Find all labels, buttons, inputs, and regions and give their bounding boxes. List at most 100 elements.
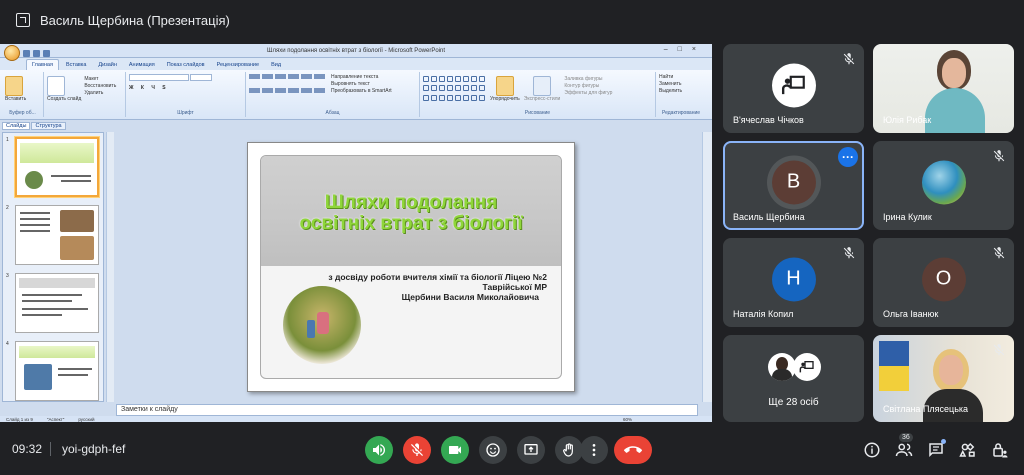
more-options-icon[interactable]: ··· <box>838 147 858 167</box>
slide-thumbnails: 1 2 3 4 <box>2 132 104 402</box>
slide-number: 2 <box>6 205 9 211</box>
powerpoint-statusbar: Слайд 1 из 9 "Аспект" русский 60% <box>0 416 712 422</box>
status-language: русский <box>78 416 95 422</box>
participant-name: Ольга Іванюк <box>883 309 939 319</box>
participant-tile[interactable]: Юлія Рибак <box>873 44 1014 133</box>
mic-off-icon <box>993 344 1005 356</box>
shape-effects-label: Эффекты для фигур <box>564 90 613 96</box>
mic-off-icon <box>993 247 1005 259</box>
speaker-icon <box>373 444 386 456</box>
ribbon-tab-slideshow: Показ слайдов <box>166 62 205 68</box>
shape-fill-label: Заливка фигуры <box>564 76 603 82</box>
shape-outline-label: Контур фигуры <box>564 83 600 89</box>
divider <box>50 442 51 456</box>
participant-name: Ірина Кулик <box>883 212 932 222</box>
mic-off-icon <box>843 53 855 65</box>
window-controls-icon: –□× <box>663 46 706 53</box>
slide-number: 3 <box>6 273 9 279</box>
participant-tile[interactable]: О Ольга Іванюк <box>873 238 1014 327</box>
raise-hand-button[interactable] <box>555 436 583 464</box>
more-options-button[interactable] <box>580 436 608 464</box>
participant-tile[interactable]: В'ячеслав Чічков <box>723 44 864 133</box>
replace-label: Заменить <box>659 81 682 87</box>
smartart-label: Преобразовать в SmartArt <box>331 88 392 94</box>
hand-icon <box>563 443 573 457</box>
slide-photo <box>283 286 361 364</box>
paragraph-icons <box>249 74 325 100</box>
people-button[interactable]: 36 <box>893 433 915 461</box>
chat-button[interactable] <box>925 439 947 461</box>
camera-icon <box>449 446 461 454</box>
font-size-field <box>190 74 213 81</box>
font-group-label: Шрифт <box>177 110 194 116</box>
presentation-icon <box>16 13 30 27</box>
paragraph-group: Направление текста Выровнять текст Преоб… <box>246 72 420 117</box>
text-direction-label: Направление текста <box>331 74 379 80</box>
ribbon-tab-insert: Вставка <box>65 62 87 68</box>
paste-label: Вставить <box>5 96 27 102</box>
drawing-group: Упорядочить Экспресс-стили Заливка фигур… <box>420 72 656 117</box>
clipboard-group-label: Буфер об... <box>9 110 36 116</box>
people-icon <box>895 443 913 457</box>
powerpoint-workspace: Слайды Структура 1 2 3 4 Шляхи подолання… <box>0 120 712 422</box>
drawing-group-label: Рисование <box>524 110 551 116</box>
hangup-icon <box>624 446 642 453</box>
shapes-gallery <box>423 76 486 103</box>
camera-toggle-button[interactable] <box>441 436 469 464</box>
participant-avatar: Н <box>771 256 816 301</box>
subtitle-line: з досвіду роботи вчителя хімії та біолог… <box>328 272 547 282</box>
participant-name: Василь Щербина <box>733 212 805 222</box>
clipboard-group: Вставить Буфер об... <box>2 72 44 117</box>
present-screen-button[interactable] <box>517 436 545 464</box>
meeting-info-button[interactable] <box>861 439 883 461</box>
emoji-icon <box>486 443 500 457</box>
participant-tile-active[interactable]: ··· В Василь Щербина <box>723 141 864 230</box>
activities-button[interactable] <box>957 439 979 461</box>
avatar-initial: В <box>786 170 801 193</box>
panel-tab-outline: Структура <box>31 122 66 130</box>
quick-styles-icon <box>533 76 552 96</box>
thumbnail-scrollbar <box>106 132 114 402</box>
ribbon-tab-animation: Анимация <box>128 62 155 68</box>
ribbon-tab-view: Вид <box>271 62 282 68</box>
host-controls-button[interactable] <box>989 439 1011 461</box>
participant-name: Світлана Плясецька <box>883 404 969 414</box>
slide-number: 1 <box>6 137 9 143</box>
leave-call-button[interactable] <box>614 436 652 464</box>
current-slide: Шляхи подолання освітніх втрат з біологі… <box>247 142 575 392</box>
avatar-initial: Н <box>786 267 801 290</box>
mic-off-icon <box>411 443 423 456</box>
participant-name: Наталія Копил <box>733 309 794 319</box>
slide-canvas: Шляхи подолання освітніх втрат з біологі… <box>116 132 698 402</box>
top-bar: Василь Щербина (Презентація) <box>0 0 1024 40</box>
mic-toggle-button[interactable] <box>403 436 431 464</box>
reactions-button[interactable] <box>479 436 507 464</box>
redo-icon <box>43 49 50 57</box>
audio-output-button[interactable] <box>365 436 393 464</box>
office-button-icon <box>4 45 20 61</box>
participant-tile[interactable]: Н Наталія Копил <box>723 238 864 327</box>
more-vert-icon <box>592 444 596 456</box>
save-icon <box>23 49 30 57</box>
delete-label: Удалить <box>84 90 104 96</box>
new-slide-icon <box>47 76 65 96</box>
more-participants-tile[interactable]: Ще 28 осіб <box>723 335 864 422</box>
participant-tile[interactable]: Світлана Плясецька <box>873 335 1014 422</box>
select-label: Выделить <box>659 88 683 94</box>
participant-tile[interactable]: Ірина Кулик <box>873 141 1014 230</box>
status-slide: Слайд 1 из 9 <box>6 416 33 422</box>
clock: 09:32 <box>12 442 43 456</box>
powerpoint-titlebar: Шляхи подолання освітніх втрат з біологі… <box>0 44 712 61</box>
font-style-icons: Ж К Ч S <box>129 85 169 91</box>
slide-number: 4 <box>6 341 9 347</box>
participant-avatar: О <box>921 256 966 301</box>
window-title: Шляхи подолання освітніх втрат з біологі… <box>267 47 445 54</box>
slide-thumbnail <box>15 205 99 265</box>
paste-icon <box>5 76 23 96</box>
activities-icon <box>959 442 975 457</box>
slide-title-line: Шляхи подолання <box>324 192 498 213</box>
new-slide-label: Создать слайд <box>47 96 82 102</box>
quick-styles-label: Экспресс-стили <box>523 96 561 102</box>
presentation-user-icon <box>781 75 805 94</box>
participant-name: В'ячеслав Чічков <box>733 115 804 125</box>
